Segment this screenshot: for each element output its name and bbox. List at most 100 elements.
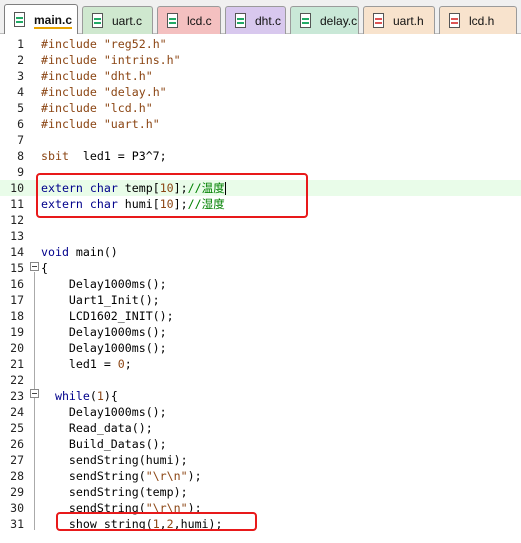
code-text: void main() bbox=[41, 244, 118, 260]
code-token: led1 = P3^7; bbox=[68, 149, 167, 163]
code-text: LCD1602_INIT(); bbox=[41, 308, 174, 324]
line-number: 11 bbox=[10, 197, 24, 211]
code-text: #include "delay.h" bbox=[41, 84, 167, 100]
code-text: Delay1000ms(); bbox=[41, 276, 167, 292]
line-number: 23 bbox=[10, 389, 24, 403]
code-token: main() bbox=[68, 245, 118, 259]
tab-lcd-c[interactable]: lcd.c bbox=[157, 6, 221, 34]
file-icon bbox=[166, 12, 180, 29]
code-token: while bbox=[54, 389, 90, 403]
line-number: 3 bbox=[17, 69, 24, 83]
line-number: 6 bbox=[17, 117, 24, 131]
file-tab-bar: main.c uart.c lcd.c dht.c delay.c uart.h lcd.h bbox=[0, 0, 521, 35]
code-line[interactable]: 7 bbox=[0, 132, 521, 148]
code-line[interactable]: 23 while(1){ bbox=[0, 388, 521, 404]
code-token: 0 bbox=[117, 357, 125, 371]
code-line[interactable]: 18 LCD1602_INIT(); bbox=[0, 308, 521, 324]
line-number: 30 bbox=[10, 501, 24, 515]
line-number: 18 bbox=[10, 309, 24, 323]
code-token: 1 bbox=[96, 389, 104, 403]
code-line[interactable]: 3 #include "dht.h" bbox=[0, 68, 521, 84]
code-line[interactable]: 16 Delay1000ms(); bbox=[0, 276, 521, 292]
code-line[interactable]: 6 #include "uart.h" bbox=[0, 116, 521, 132]
file-icon bbox=[372, 12, 386, 29]
code-line[interactable]: 27 sendString(humi); bbox=[0, 452, 521, 468]
code-token: Delay1000ms(); bbox=[41, 341, 167, 355]
code-line[interactable]: 24 Delay1000ms(); bbox=[0, 404, 521, 420]
code-text: Delay1000ms(); bbox=[41, 404, 167, 420]
file-icon bbox=[448, 12, 462, 29]
line-number: 13 bbox=[10, 229, 24, 243]
code-text: sendString(humi); bbox=[41, 452, 188, 468]
code-text: Delay1000ms(); bbox=[41, 324, 167, 340]
code-line[interactable]: 5 #include "lcd.h" bbox=[0, 100, 521, 116]
tab-label: dht.c bbox=[255, 13, 282, 28]
code-line[interactable]: 13 bbox=[0, 228, 521, 244]
highlight-box-extern-declarations bbox=[36, 173, 308, 218]
code-text: sendString("\r\n"); bbox=[41, 468, 202, 484]
line-number: 8 bbox=[17, 149, 24, 163]
code-token: Delay1000ms(); bbox=[41, 325, 167, 339]
code-line[interactable]: 17 Uart1_Init(); bbox=[0, 292, 521, 308]
highlight-box-show-string-call bbox=[56, 512, 257, 531]
fold-toggle-while-icon[interactable] bbox=[30, 389, 39, 398]
line-number: 19 bbox=[10, 325, 24, 339]
code-text: #include "dht.h" bbox=[41, 68, 153, 84]
code-text: #include "uart.h" bbox=[41, 116, 160, 132]
code-line[interactable]: 14 void main() bbox=[0, 244, 521, 260]
tab-delay-c[interactable]: delay.c bbox=[290, 6, 359, 34]
tab-main-c[interactable]: main.c bbox=[4, 4, 78, 35]
code-line[interactable]: 2 #include "intrins.h" bbox=[0, 52, 521, 68]
tab-uart-h[interactable]: uart.h bbox=[363, 6, 435, 34]
code-token: #include bbox=[41, 101, 104, 115]
tab-uart-c[interactable]: uart.c bbox=[82, 6, 153, 34]
line-number: 24 bbox=[10, 405, 24, 419]
fold-toggle-main-icon[interactable] bbox=[30, 262, 39, 271]
code-token: Uart1_Init(); bbox=[41, 293, 160, 307]
line-number: 17 bbox=[10, 293, 24, 307]
code-token: sbit bbox=[41, 149, 69, 163]
code-token: Delay1000ms(); bbox=[41, 277, 167, 291]
line-number: 14 bbox=[10, 245, 24, 259]
code-line[interactable]: 1 #include "reg52.h" bbox=[0, 36, 521, 52]
code-line[interactable]: 20 Delay1000ms(); bbox=[0, 340, 521, 356]
code-text: sbit led1 = P3^7; bbox=[41, 148, 167, 164]
code-editor[interactable]: 1 #include "reg52.h" 2 #include "intrins.h"… bbox=[0, 34, 521, 543]
tab-label: main.c bbox=[34, 13, 73, 27]
code-token: sendString(humi); bbox=[41, 453, 188, 467]
code-token: LCD1602_INIT(); bbox=[41, 309, 174, 323]
line-number: 10 bbox=[10, 181, 24, 195]
file-icon bbox=[299, 12, 313, 29]
code-token: led1 = bbox=[41, 357, 118, 371]
line-number: 26 bbox=[10, 437, 24, 451]
tab-lcd-h[interactable]: lcd.h bbox=[439, 6, 517, 34]
line-number: 28 bbox=[10, 469, 24, 483]
code-token: "intrins.h" bbox=[103, 53, 181, 67]
code-text: Read_data(); bbox=[41, 420, 153, 436]
code-text: #include "reg52.h" bbox=[41, 36, 167, 52]
code-line[interactable]: 25 Read_data(); bbox=[0, 420, 521, 436]
tab-dht-c[interactable]: dht.c bbox=[225, 6, 286, 34]
code-line[interactable]: 15 { bbox=[0, 260, 521, 276]
tab-label: uart.h bbox=[393, 13, 424, 28]
code-token: "reg52.h" bbox=[103, 37, 167, 51]
code-line[interactable]: 21 led1 = 0; bbox=[0, 356, 521, 372]
code-token: { bbox=[41, 261, 48, 275]
code-line[interactable]: 8 sbit led1 = P3^7; bbox=[0, 148, 521, 164]
line-number: 16 bbox=[10, 277, 24, 291]
code-text: led1 = 0; bbox=[41, 356, 132, 372]
code-token: Delay1000ms(); bbox=[41, 405, 167, 419]
tab-label: lcd.h bbox=[469, 13, 495, 28]
code-line[interactable]: 26 Build_Datas(); bbox=[0, 436, 521, 452]
code-token: void bbox=[41, 245, 69, 259]
code-line[interactable]: 4 #include "delay.h" bbox=[0, 84, 521, 100]
code-line[interactable]: 28 sendString("\r\n"); bbox=[0, 468, 521, 484]
line-number: 27 bbox=[10, 453, 24, 467]
code-text: #include "lcd.h" bbox=[41, 100, 153, 116]
line-number: 29 bbox=[10, 485, 24, 499]
code-line[interactable]: 22 bbox=[0, 372, 521, 388]
code-line[interactable]: 29 sendString(temp); bbox=[0, 484, 521, 500]
code-line[interactable]: 19 Delay1000ms(); bbox=[0, 324, 521, 340]
line-number: 25 bbox=[10, 421, 24, 435]
line-number: 4 bbox=[17, 85, 24, 99]
